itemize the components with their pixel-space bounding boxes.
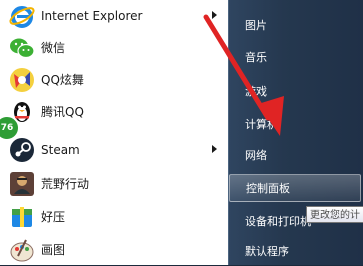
start-menu-places-panel: 图片 音乐 游戏 计算机 网络 控制面板 设备和打印机 默认程序 (228, 0, 363, 265)
program-item-label: Steam (41, 143, 80, 157)
program-item-steam[interactable]: Steam (0, 134, 228, 166)
control-panel-tooltip: 更改您的计 (306, 206, 363, 223)
knives-out-icon (10, 172, 34, 196)
places-item-games[interactable]: 游戏 (229, 78, 363, 106)
submenu-arrow-icon (212, 11, 217, 19)
submenu-arrow-icon (212, 145, 217, 153)
places-item-network[interactable]: 网络 (229, 142, 363, 170)
program-item-internet-explorer[interactable]: Internet Explorer (0, 0, 228, 32)
program-item-paint[interactable]: 画图 (0, 234, 228, 266)
program-item-haozip[interactable]: 好压 (0, 201, 228, 233)
program-item-label: 荒野行动 (41, 177, 90, 191)
program-item-label: 画图 (41, 243, 66, 257)
program-item-knives-out[interactable]: 荒野行动 (0, 168, 228, 200)
program-item-label: Internet Explorer (41, 9, 143, 23)
places-item-pictures[interactable]: 图片 (229, 12, 363, 40)
program-item-wechat[interactable]: 微信 (0, 32, 228, 64)
internet-explorer-icon (9, 6, 35, 28)
wechat-icon (10, 38, 35, 59)
qq-dance-icon (10, 68, 34, 92)
program-item-tencent-qq[interactable]: 腾讯QQ (0, 96, 228, 128)
places-item-control-panel[interactable]: 控制面板 (229, 174, 361, 202)
start-menu-programs-panel: Internet Explorer 微信 QQ炫舞 腾讯QQ Steam 荒野行… (0, 0, 228, 265)
steam-icon (10, 138, 34, 162)
program-item-label: 微信 (41, 41, 66, 55)
haozip-icon (12, 207, 32, 227)
places-item-computer[interactable]: 计算机 (229, 111, 363, 139)
places-item-default-programs[interactable]: 默认程序 (229, 238, 363, 266)
places-item-music[interactable]: 音乐 (229, 44, 363, 72)
program-item-label: 好压 (41, 210, 66, 224)
paint-icon (10, 239, 34, 262)
program-item-label: 腾讯QQ (41, 105, 84, 119)
program-item-qq-dance[interactable]: QQ炫舞 (0, 64, 228, 96)
program-item-label: QQ炫舞 (41, 73, 84, 87)
